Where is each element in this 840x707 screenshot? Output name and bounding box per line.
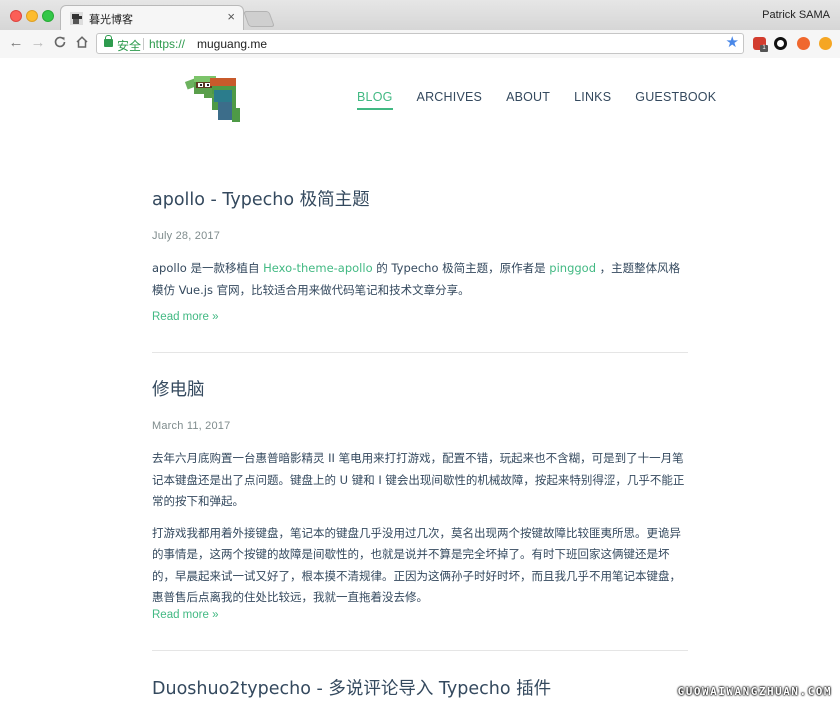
excerpt-paragraph: 去年六月底购置一台惠普暗影精灵 II 笔电用来打打游戏，配置不错，玩起来也不含糊… [152, 451, 685, 508]
profile-name[interactable]: Patrick SAMA [762, 9, 830, 21]
post-excerpt: apollo 是一款移植自 Hexo-theme-apollo 的 Typech… [152, 258, 688, 311]
window-close-button[interactable] [10, 10, 22, 22]
excerpt-paragraph: 打游戏我都用着外接键盘，笔记本的键盘几乎没用过几次，莫名出现两个按键故障比较匪夷… [152, 525, 681, 605]
tab-title: 暮光博客 [89, 14, 133, 26]
site-favicon-icon [70, 12, 83, 25]
hexo-theme-apollo-link[interactable]: Hexo-theme-apollo [263, 261, 372, 275]
lock-icon [104, 35, 113, 47]
browser-toolbar: ← → 安全 https:// muguang.me ★ 1 [0, 30, 840, 58]
read-more-link[interactable]: Read more » [152, 311, 218, 323]
forward-arrow-icon[interactable]: → [30, 35, 46, 51]
url-host: muguang.me [197, 37, 268, 51]
post-title-duoshuo[interactable]: Duoshuo2typecho - 多说评论导入 Typecho 插件 [152, 675, 551, 700]
extension-badge: 1 [760, 45, 768, 52]
watermark: GUOWAIWANGZHUAN.COM [677, 685, 832, 698]
nav-links[interactable]: LINKS [574, 90, 611, 110]
main-nav: BLOG ARCHIVES ABOUT LINKS GUESTBOOK [357, 90, 740, 110]
post-divider [152, 352, 688, 353]
post-date: March 11, 2017 [152, 420, 231, 432]
bookmark-star-icon[interactable]: ★ [726, 35, 739, 51]
home-icon[interactable] [74, 35, 90, 51]
post-title-repair[interactable]: 修电脑 [152, 376, 205, 401]
secure-label: 安全 [117, 39, 142, 53]
tab-close-icon[interactable]: × [227, 10, 235, 24]
title-bar: 暮光博客 × Patrick SAMA [0, 0, 840, 30]
pinggod-link[interactable]: pinggod [549, 261, 596, 275]
post-excerpt: 去年六月底购置一台惠普暗影精灵 II 笔电用来打打游戏，配置不错，玩起来也不含糊… [152, 448, 688, 619]
extension-ring-icon[interactable] [774, 37, 787, 50]
browser-chrome: 暮光博客 × Patrick SAMA ← → 安全 https:// mugu… [0, 0, 840, 58]
nav-blog[interactable]: BLOG [357, 90, 393, 110]
nav-guestbook[interactable]: GUESTBOOK [635, 90, 716, 110]
browser-tab-active[interactable]: 暮光博客 × [60, 5, 244, 30]
extension-yellow-icon[interactable] [819, 37, 832, 50]
excerpt-text: apollo 是一款移植自 [152, 261, 264, 275]
post-divider [152, 650, 688, 651]
post-date: July 28, 2017 [152, 230, 221, 242]
url-scheme: https:// [149, 37, 186, 51]
address-bar[interactable]: 安全 https:// muguang.me ★ [96, 33, 744, 54]
window-maximize-button[interactable] [42, 10, 54, 22]
read-more-link[interactable]: Read more » [152, 609, 218, 621]
new-tab-button[interactable] [243, 11, 275, 27]
excerpt-text: 的 Typecho 极简主题，原作者是 [372, 261, 550, 275]
site-logo[interactable] [184, 72, 242, 124]
window-minimize-button[interactable] [26, 10, 38, 22]
back-arrow-icon[interactable]: ← [8, 35, 24, 51]
post-title-apollo[interactable]: apollo - Typecho 极简主题 [152, 186, 370, 211]
page-content: BLOG ARCHIVES ABOUT LINKS GUESTBOOK apol… [0, 58, 840, 707]
reload-icon[interactable] [52, 35, 68, 51]
extension-orange-icon[interactable] [797, 37, 810, 50]
nav-about[interactable]: ABOUT [506, 90, 550, 110]
nav-archives[interactable]: ARCHIVES [417, 90, 483, 110]
address-divider [143, 38, 144, 50]
